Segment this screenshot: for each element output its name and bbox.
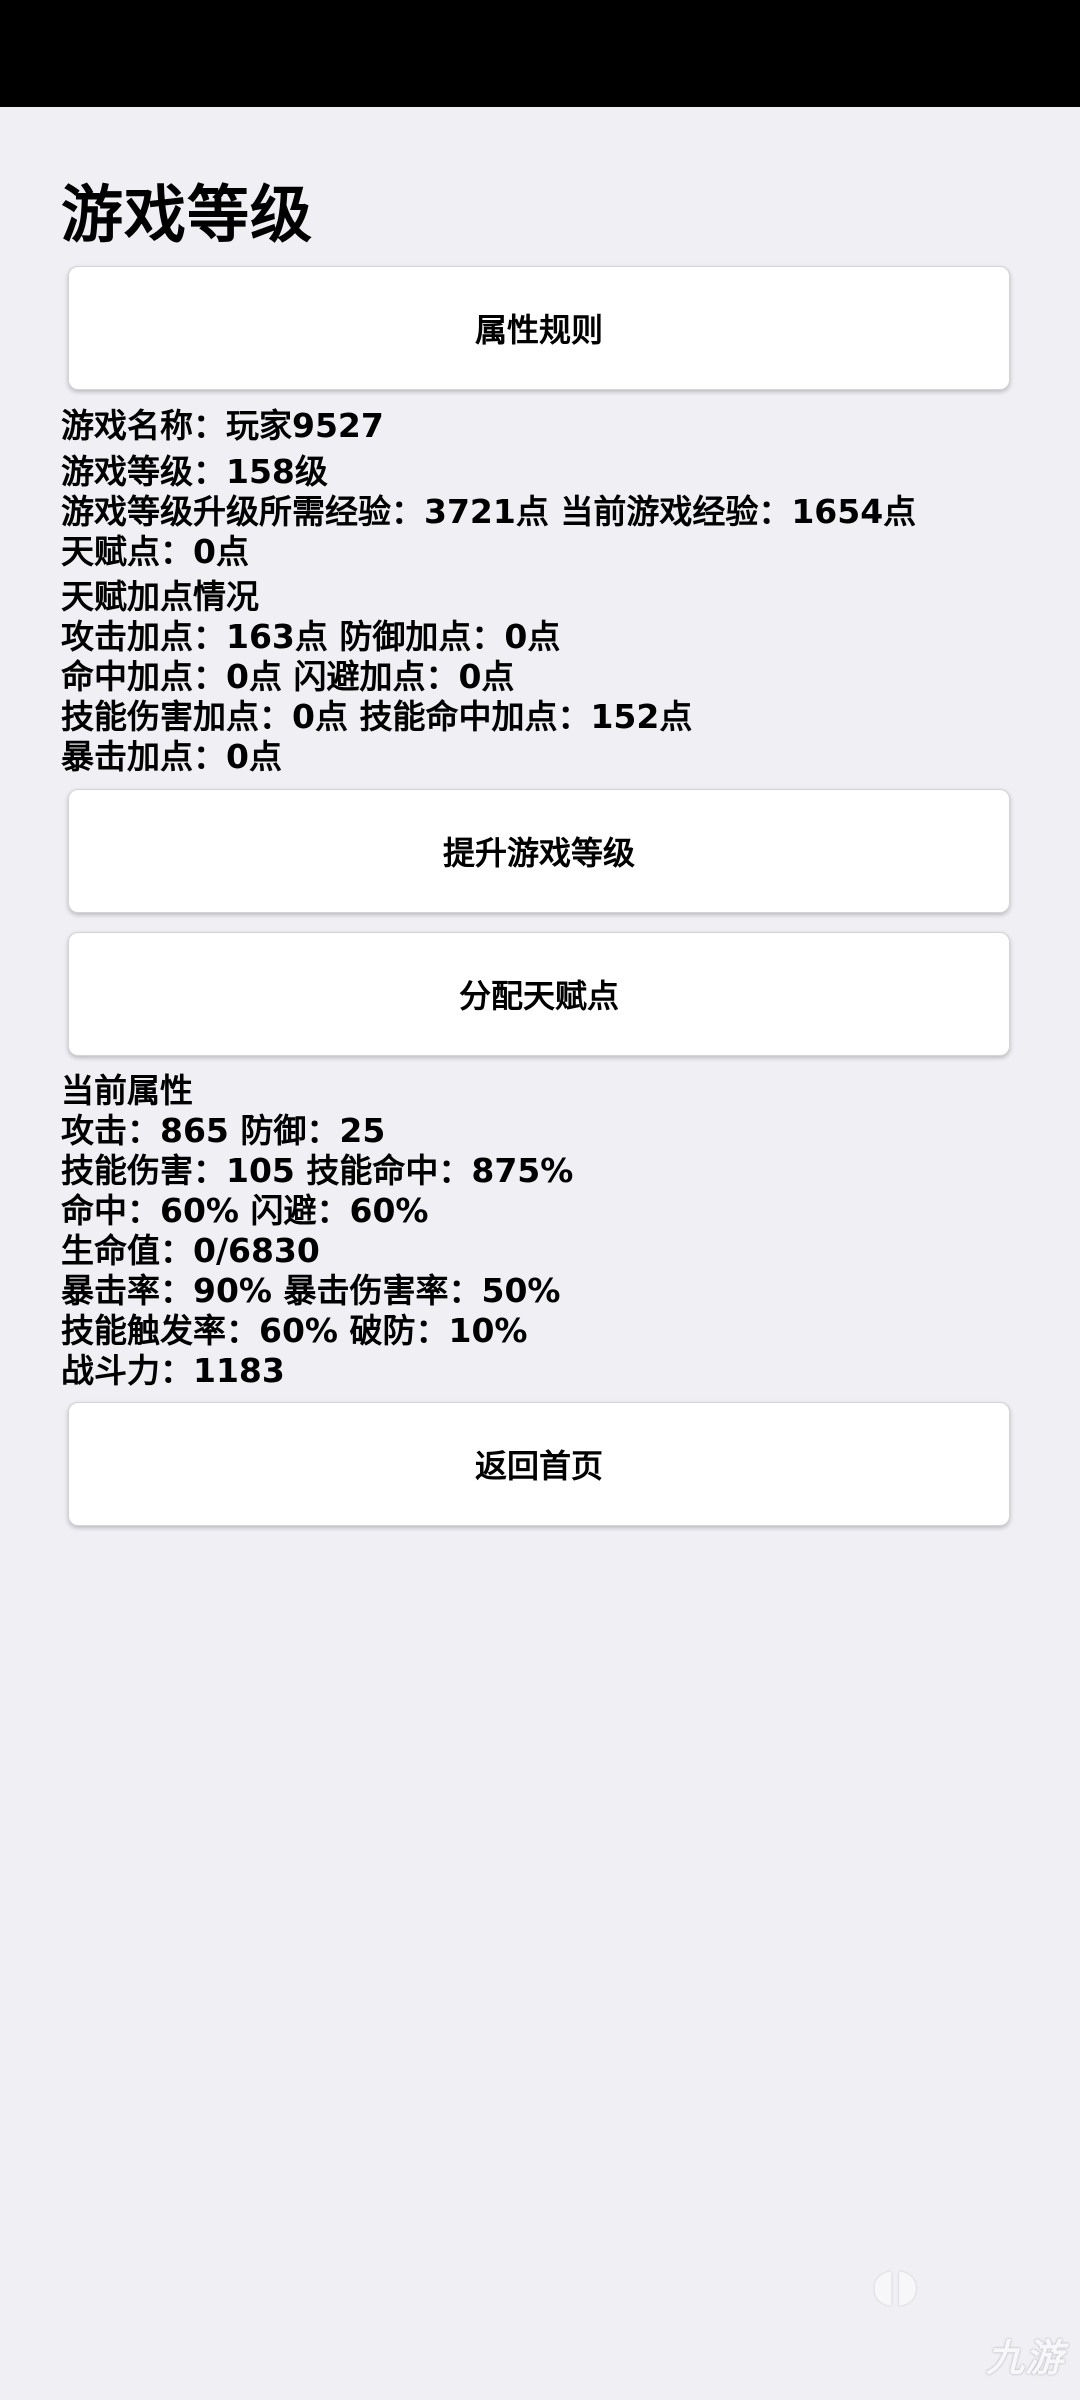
hit-dodge-points-line: 命中加点：0点 闪避加点：0点 — [61, 657, 515, 696]
attribute-rules-button[interactable]: 属性规则 — [68, 266, 1010, 390]
attack-defense-points-line: 攻击加点：163点 防御加点：0点 — [61, 617, 561, 656]
combat-power-line: 战斗力：1183 — [61, 1351, 285, 1390]
game-name-line: 游戏名称：玩家9527 — [61, 406, 384, 445]
watermark: ◖◗ 九游 — [872, 2258, 1072, 2388]
skill-damage-hit-line: 技能伤害：105 技能命中：875% — [61, 1151, 574, 1190]
status-bar — [0, 0, 1080, 107]
level-up-button[interactable]: 提升游戏等级 — [68, 789, 1010, 913]
skill-trigger-line: 技能触发率：60% 破防：10% — [61, 1311, 528, 1350]
watermark-text: 九游 — [985, 2336, 1064, 2380]
hit-dodge-line: 命中：60% 闪避：60% — [61, 1191, 429, 1230]
current-attributes-heading: 当前属性 — [61, 1071, 193, 1110]
allocate-talent-button[interactable]: 分配天赋点 — [68, 932, 1010, 1056]
talent-allocation-heading: 天赋加点情况 — [61, 577, 259, 616]
page-title: 游戏等级 — [61, 178, 314, 251]
back-home-button[interactable]: 返回首页 — [68, 1402, 1010, 1526]
experience-line: 游戏等级升级所需经验：3721点 当前游戏经验：1654点 — [61, 492, 917, 531]
attack-defense-line: 攻击：865 防御：25 — [61, 1111, 386, 1150]
crit-rate-line: 暴击率：90% 暴击伤害率：50% — [61, 1271, 561, 1310]
game-level-line: 游戏等级：158级 — [61, 452, 328, 491]
hp-line: 生命值：0/6830 — [61, 1231, 320, 1270]
brand-logo-icon: ◖◗ — [872, 2260, 919, 2311]
talent-points-line: 天赋点：0点 — [61, 532, 249, 571]
crit-points-line: 暴击加点：0点 — [61, 737, 282, 776]
skill-points-line: 技能伤害加点：0点 技能命中加点：152点 — [61, 697, 693, 736]
